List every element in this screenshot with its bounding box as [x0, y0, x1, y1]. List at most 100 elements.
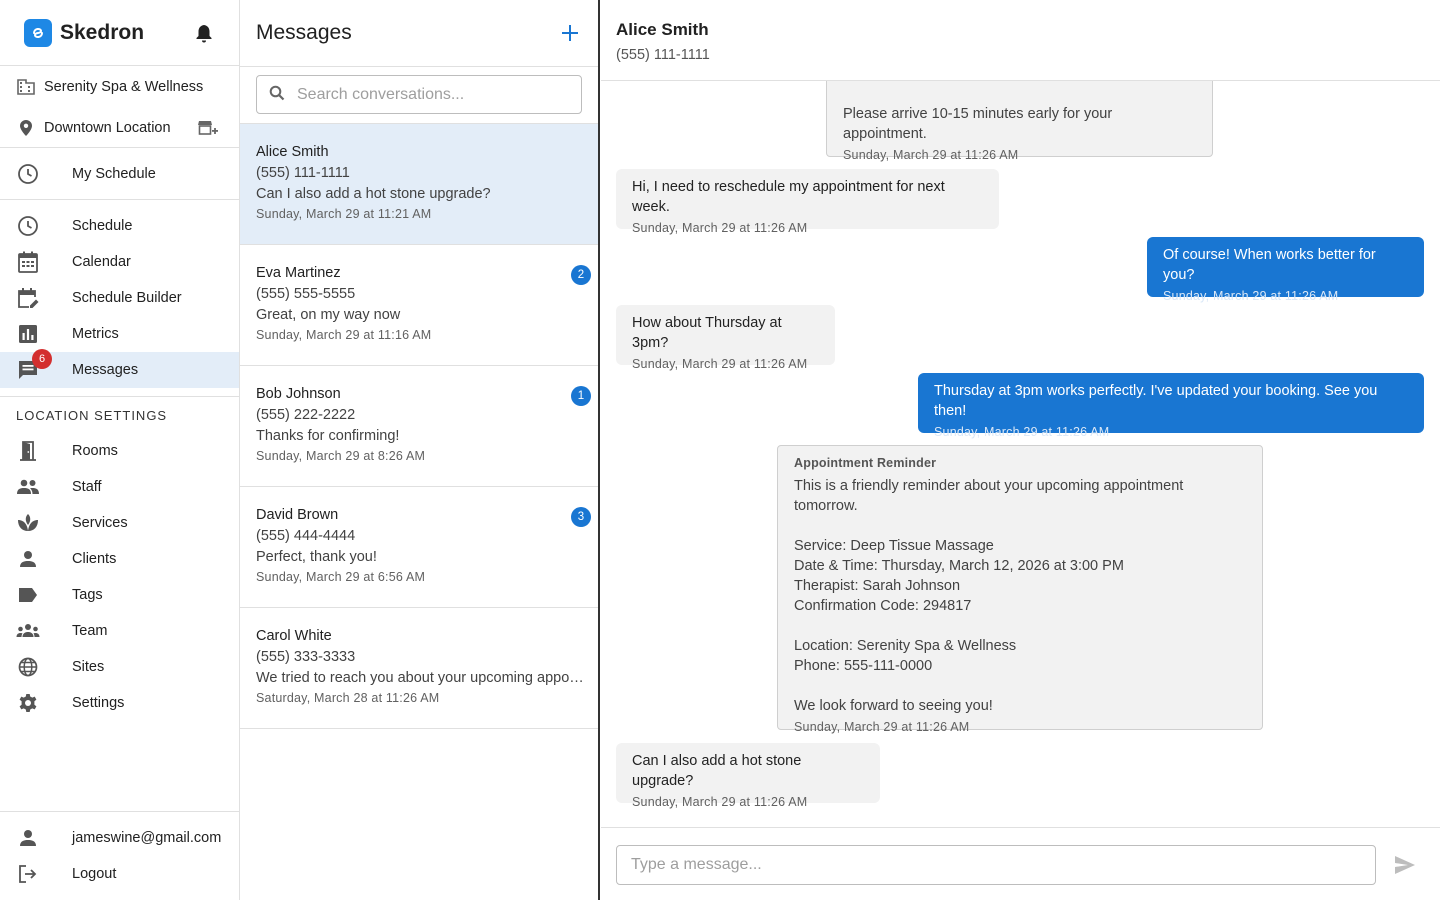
- nav-label: Team: [72, 623, 108, 639]
- nav-team[interactable]: Team: [0, 613, 239, 649]
- nav-label: Schedule Builder: [72, 290, 182, 306]
- nav-services[interactable]: Services: [0, 505, 239, 541]
- user-email: jameswine@gmail.com: [72, 830, 222, 846]
- nav-label: Rooms: [72, 443, 118, 459]
- nav-label: Messages: [72, 362, 139, 378]
- conversation-name: Eva Martinez: [256, 265, 341, 281]
- message-time: Sunday, March 29 at 11:26 AM: [632, 795, 808, 809]
- nav-metrics[interactable]: Metrics: [0, 316, 239, 352]
- conversation-phone: (555) 111-1111: [256, 165, 350, 181]
- logout-icon: [16, 862, 40, 886]
- user-account[interactable]: jameswine@gmail.com: [0, 820, 239, 856]
- conversation-name: Carol White: [256, 628, 332, 644]
- conversation-name: David Brown: [256, 507, 339, 523]
- location-settings-section: LOCATION SETTINGS Rooms Staff Services C…: [0, 396, 239, 721]
- logout-button[interactable]: Logout: [0, 856, 239, 892]
- conversation-time: Saturday, March 28 at 11:26 AM: [256, 691, 440, 705]
- notifications-bell-icon[interactable]: [193, 22, 215, 44]
- message-time: Sunday, March 29 at 11:26 AM: [843, 148, 1019, 162]
- location-selector[interactable]: Downtown Location: [0, 107, 239, 148]
- chat-contact-phone: (555) 111-1111: [616, 47, 710, 63]
- org-location-block: Serenity Spa & Wellness Downtown Locatio…: [0, 66, 239, 148]
- conversation-phone: (555) 333-3333: [256, 649, 356, 665]
- nav-calendar[interactable]: Calendar: [0, 244, 239, 280]
- add-location-icon[interactable]: [197, 117, 219, 139]
- main-nav: Schedule Calendar Schedule Builder Metri…: [0, 200, 239, 388]
- outgoing-message: Thursday at 3pm works perfectly. I've up…: [918, 373, 1424, 439]
- org-selector[interactable]: Serenity Spa & Wellness: [0, 66, 239, 107]
- search-box: [256, 75, 582, 114]
- message-text: Of course! When works better for you?: [1163, 247, 1376, 283]
- sidebar: Skedron Serenity Spa & Wellness Downtown…: [0, 0, 240, 900]
- message-composer: [601, 827, 1440, 900]
- conversation-item[interactable]: David Brown (555) 444-4444 Perfect, than…: [240, 487, 598, 608]
- new-conversation-plus-icon[interactable]: [558, 21, 582, 45]
- outgoing-message: Of course! When works better for you? Su…: [1147, 237, 1424, 303]
- incoming-message: How about Thursday at 3pm? Sunday, March…: [616, 305, 835, 371]
- message-time: Sunday, March 29 at 11:26 AM: [632, 357, 808, 371]
- nav-rooms[interactable]: Rooms: [0, 433, 239, 469]
- conversation-name: Alice Smith: [256, 144, 329, 160]
- conversation-item[interactable]: Alice Smith (555) 111-1111 Can I also ad…: [240, 124, 598, 245]
- nav-settings[interactable]: Settings: [0, 685, 239, 721]
- nav-label: Calendar: [72, 254, 131, 270]
- nav-label: Tags: [72, 587, 103, 603]
- conversation-time: Sunday, March 29 at 8:26 AM: [256, 449, 426, 463]
- logout-label: Logout: [72, 866, 117, 882]
- nav-sites[interactable]: Sites: [0, 649, 239, 685]
- nav-schedule-builder[interactable]: Schedule Builder: [0, 280, 239, 316]
- nav-clients[interactable]: Clients: [0, 541, 239, 577]
- calendar-edit-icon: [16, 286, 40, 310]
- chat-contact-name: Alice Smith: [616, 20, 709, 39]
- conversation-phone: (555) 555-5555: [256, 286, 356, 302]
- skedron-logo-icon[interactable]: [24, 18, 52, 47]
- message-time: Sunday, March 29 at 11:26 AM: [632, 221, 808, 235]
- system-message: Please arrive 10-15 minutes early for yo…: [826, 81, 1213, 162]
- groups-icon: [16, 619, 40, 643]
- message-text: Hi, I need to reschedule my appointment …: [632, 179, 945, 215]
- brand-header: Skedron: [0, 0, 239, 66]
- search-input[interactable]: [297, 85, 557, 104]
- nav-label: Sites: [72, 659, 105, 675]
- chat-icon: 6: [16, 349, 52, 382]
- conversation-phone: (555) 222-2222: [256, 407, 356, 423]
- conversation-item[interactable]: Eva Martinez (555) 555-5555 Great, on my…: [240, 245, 598, 366]
- spa-icon: [16, 511, 40, 535]
- nav-label: Staff: [72, 479, 102, 495]
- tag-icon: [16, 583, 40, 607]
- messages-title: Messages: [256, 21, 352, 44]
- nav-schedule[interactable]: Schedule: [0, 208, 239, 244]
- conversation-preview: Great, on my way now: [256, 307, 401, 323]
- system-message-text: This is a friendly reminder about your u…: [794, 478, 1184, 714]
- nav-label: Metrics: [72, 326, 119, 342]
- nav-staff[interactable]: Staff: [0, 469, 239, 505]
- incoming-message: Hi, I need to reschedule my appointment …: [616, 169, 999, 235]
- door-icon: [16, 439, 40, 463]
- nav-tags[interactable]: Tags: [0, 577, 239, 613]
- location-name: Downtown Location: [44, 119, 171, 136]
- message-time: Sunday, March 29 at 11:26 AM: [794, 720, 970, 734]
- nav-messages[interactable]: 6 Messages: [0, 349, 239, 388]
- nav-my-schedule[interactable]: My Schedule: [0, 148, 239, 200]
- conversation-name: Bob Johnson: [256, 386, 341, 402]
- brand-name: Skedron: [60, 20, 145, 44]
- search-icon: [269, 85, 285, 104]
- conversation-item[interactable]: Carol White (555) 333-3333 We tried to r…: [240, 608, 598, 729]
- message-thread[interactable]: Please arrive 10-15 minutes early for yo…: [601, 81, 1440, 827]
- messages-unread-badge: 6: [32, 349, 52, 369]
- chat-header: Alice Smith (555) 111-1111: [601, 0, 1440, 81]
- conversation-item[interactable]: Bob Johnson (555) 222-2222 Thanks for co…: [240, 366, 598, 487]
- conversation-time: Sunday, March 29 at 6:56 AM: [256, 570, 426, 584]
- nav-label: Clients: [72, 551, 117, 567]
- send-icon[interactable]: [1392, 845, 1418, 885]
- location-pin-icon: [16, 118, 36, 138]
- conversation-preview: Thanks for confirming!: [256, 428, 400, 444]
- clock-icon: [16, 214, 40, 238]
- unread-badge: 2: [571, 265, 591, 285]
- appointment-reminder-message: Appointment Reminder This is a friendly …: [777, 445, 1263, 734]
- message-time: Sunday, March 29 at 11:26 AM: [934, 425, 1110, 439]
- clock-icon: [16, 162, 40, 186]
- conversation-list-header: Messages: [240, 0, 598, 67]
- conversation-phone: (555) 444-4444: [256, 528, 356, 544]
- message-input[interactable]: [616, 845, 1376, 885]
